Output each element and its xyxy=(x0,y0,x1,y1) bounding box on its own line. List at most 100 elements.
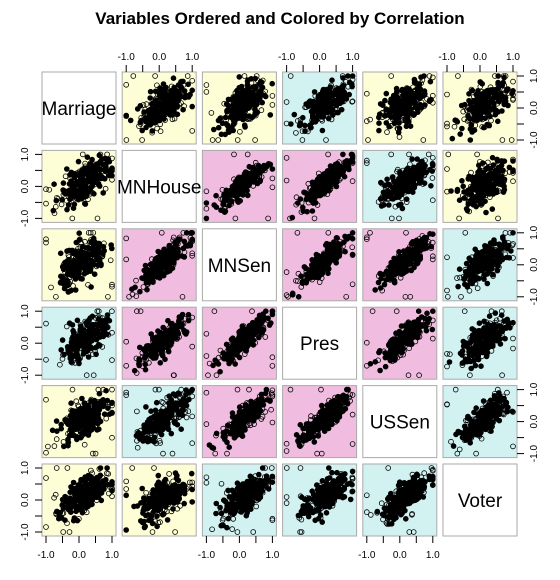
data-point xyxy=(246,85,253,91)
data-point xyxy=(86,338,92,344)
data-point xyxy=(80,332,86,338)
data-point xyxy=(158,259,164,266)
data-point xyxy=(339,86,346,92)
data-point xyxy=(325,270,331,277)
data-point xyxy=(466,116,473,122)
data-point xyxy=(472,99,479,105)
data-point xyxy=(180,245,187,252)
data-point xyxy=(326,86,333,92)
data-point xyxy=(181,327,187,334)
data-point xyxy=(316,187,323,193)
data-point xyxy=(144,115,150,122)
data-point xyxy=(299,204,306,211)
data-point xyxy=(349,235,356,242)
data-point xyxy=(471,262,478,269)
data-point xyxy=(143,124,149,131)
data-point xyxy=(176,314,183,320)
data-point xyxy=(493,187,500,194)
data-point xyxy=(375,114,382,121)
data-point xyxy=(60,180,67,186)
data-point xyxy=(341,95,348,101)
data-point xyxy=(495,79,501,86)
data-point xyxy=(296,122,303,129)
data-point xyxy=(234,352,240,358)
data-point xyxy=(57,273,64,280)
data-point xyxy=(391,279,398,286)
data-point xyxy=(418,167,424,173)
data-point xyxy=(53,197,60,204)
data-point xyxy=(393,270,400,277)
data-point xyxy=(405,118,412,125)
data-point xyxy=(87,251,94,257)
data-point xyxy=(449,135,456,142)
data-point xyxy=(411,264,417,271)
data-point xyxy=(289,291,296,298)
data-point xyxy=(147,95,154,101)
data-point xyxy=(477,79,484,85)
data-point xyxy=(64,343,71,350)
data-point xyxy=(81,342,87,349)
data-point xyxy=(461,101,468,108)
data-point xyxy=(323,240,330,247)
data-point xyxy=(215,124,222,131)
data-point xyxy=(172,239,178,246)
data-point xyxy=(291,111,298,118)
data-point xyxy=(461,195,468,201)
data-point xyxy=(500,189,507,195)
data-point xyxy=(146,279,153,286)
data-point xyxy=(179,321,185,328)
variable-label-mnsen: MNSen xyxy=(208,256,271,277)
variable-label-marriage: Marriage xyxy=(42,99,117,120)
data-point xyxy=(90,178,97,184)
data-point xyxy=(345,164,352,171)
data-point xyxy=(400,248,407,254)
data-point xyxy=(211,202,218,208)
data-point xyxy=(66,247,73,254)
data-point xyxy=(246,163,253,170)
data-point xyxy=(304,192,311,199)
data-point xyxy=(219,120,226,127)
data-point xyxy=(486,171,493,178)
data-point xyxy=(94,255,100,262)
data-point xyxy=(211,126,217,133)
data-point xyxy=(225,123,231,129)
data-point xyxy=(321,263,327,270)
data-point xyxy=(414,156,421,162)
data-point xyxy=(499,108,505,114)
data-point xyxy=(471,180,478,187)
data-point xyxy=(377,179,384,186)
data-point xyxy=(427,231,433,237)
data-point xyxy=(244,187,250,194)
data-point xyxy=(409,156,415,162)
data-point xyxy=(459,178,465,184)
data-point xyxy=(324,93,331,100)
data-point xyxy=(315,262,322,269)
data-point xyxy=(250,178,256,184)
data-point xyxy=(162,356,168,363)
data-point xyxy=(233,116,240,122)
data-point xyxy=(336,168,343,175)
data-point xyxy=(109,168,115,174)
data-point xyxy=(482,258,489,265)
data-point xyxy=(467,278,473,284)
data-point xyxy=(398,271,405,277)
data-point xyxy=(382,97,388,104)
data-point xyxy=(498,162,505,169)
data-point xyxy=(242,124,248,130)
data-point xyxy=(100,190,106,196)
data-point xyxy=(242,169,249,175)
data-point xyxy=(491,237,497,243)
data-point xyxy=(249,97,255,104)
data-point xyxy=(231,101,238,108)
data-point xyxy=(239,191,245,198)
data-point xyxy=(99,326,105,333)
data-point xyxy=(142,361,149,368)
data-point xyxy=(94,164,101,171)
data-point xyxy=(224,192,230,198)
data-point xyxy=(77,327,83,334)
data-point xyxy=(64,206,70,213)
data-point xyxy=(240,331,247,338)
data-point xyxy=(372,287,379,293)
data-point xyxy=(181,254,188,260)
data-point xyxy=(220,350,227,356)
